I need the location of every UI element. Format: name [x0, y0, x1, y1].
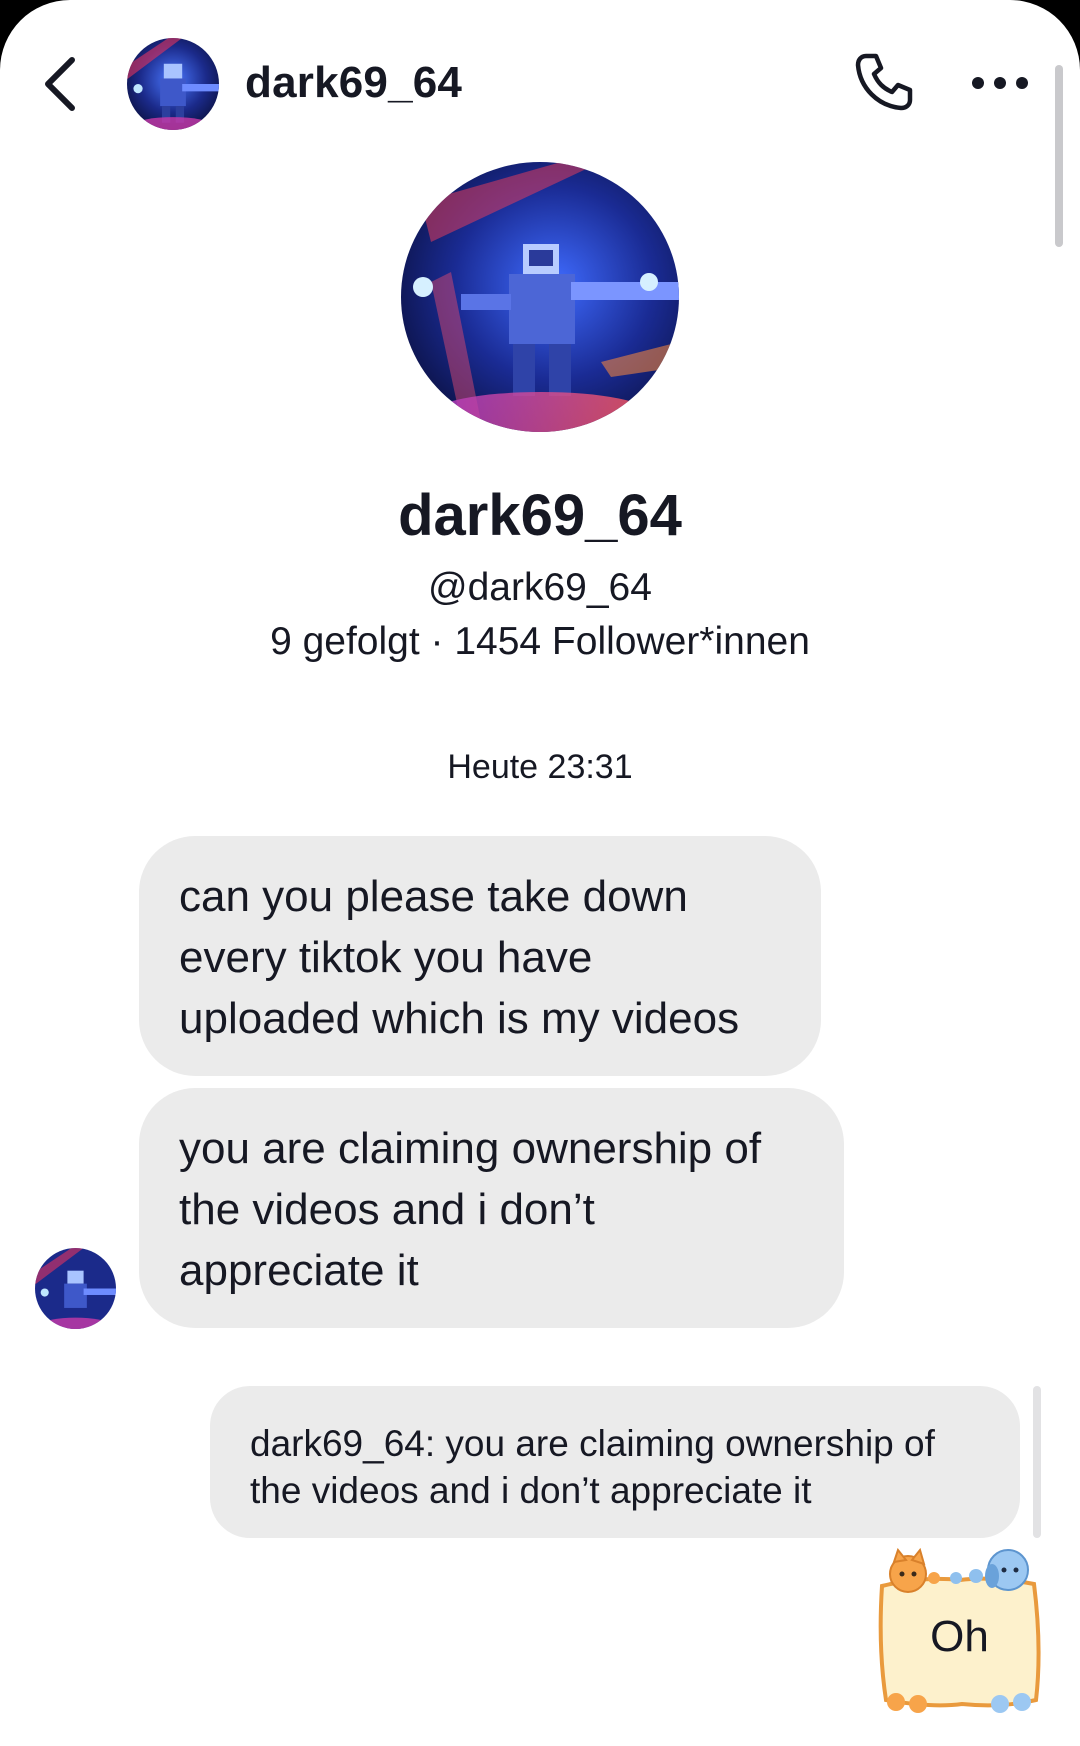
call-button[interactable]: [852, 50, 916, 114]
sticker-text: Oh: [930, 1612, 989, 1661]
message-line: the videos and i don’t: [179, 1185, 595, 1234]
avatar-image: [35, 1248, 116, 1329]
profile-stats: 9 gefolgt · 1454 Follower*innen: [270, 620, 810, 663]
message-bubble[interactable]: can you please take down every tiktok yo…: [139, 836, 821, 1076]
message-bubble[interactable]: you are claiming ownership of the videos…: [139, 1088, 844, 1328]
chat-header: dark69_64: [0, 0, 1080, 247]
header-username[interactable]: dark69_64: [245, 58, 462, 108]
reply-indicator-bar: [1033, 1386, 1041, 1538]
header-avatar[interactable]: [127, 38, 219, 130]
reply-line: dark69_64: you are claiming ownership of: [250, 1423, 935, 1464]
reply-quote-bubble[interactable]: dark69_64: you are claiming ownership of…: [210, 1386, 1020, 1538]
sender-avatar[interactable]: [35, 1248, 116, 1329]
avatar-image: [401, 162, 679, 432]
chevron-left-icon: [45, 57, 75, 111]
message-line: uploaded which is my videos: [179, 994, 740, 1043]
profile-handle: @dark69_64: [428, 566, 652, 609]
sticker-message[interactable]: Oh: [872, 1547, 1047, 1723]
message-line: you are claiming ownership of: [179, 1124, 762, 1173]
scrollbar[interactable]: [1055, 65, 1063, 247]
message-line: appreciate it: [179, 1246, 419, 1295]
profile-avatar[interactable]: [401, 162, 679, 432]
avatar-image: [127, 38, 219, 130]
reply-line: the videos and i don’t appreciate it: [250, 1470, 812, 1511]
more-horizontal-icon: [972, 77, 1028, 89]
chat-timestamp: Heute 23:31: [447, 748, 633, 786]
message-line: can you please take down: [179, 872, 688, 921]
more-button[interactable]: [968, 65, 1032, 101]
message-line: every tiktok you have: [179, 933, 593, 982]
dm-screen: dark69_64 dark69_64 @dark69_64 9 gefolgt…: [0, 0, 1080, 1746]
phone-icon: [855, 53, 913, 111]
back-button[interactable]: [38, 52, 88, 116]
profile-display-name: dark69_64: [398, 483, 682, 548]
